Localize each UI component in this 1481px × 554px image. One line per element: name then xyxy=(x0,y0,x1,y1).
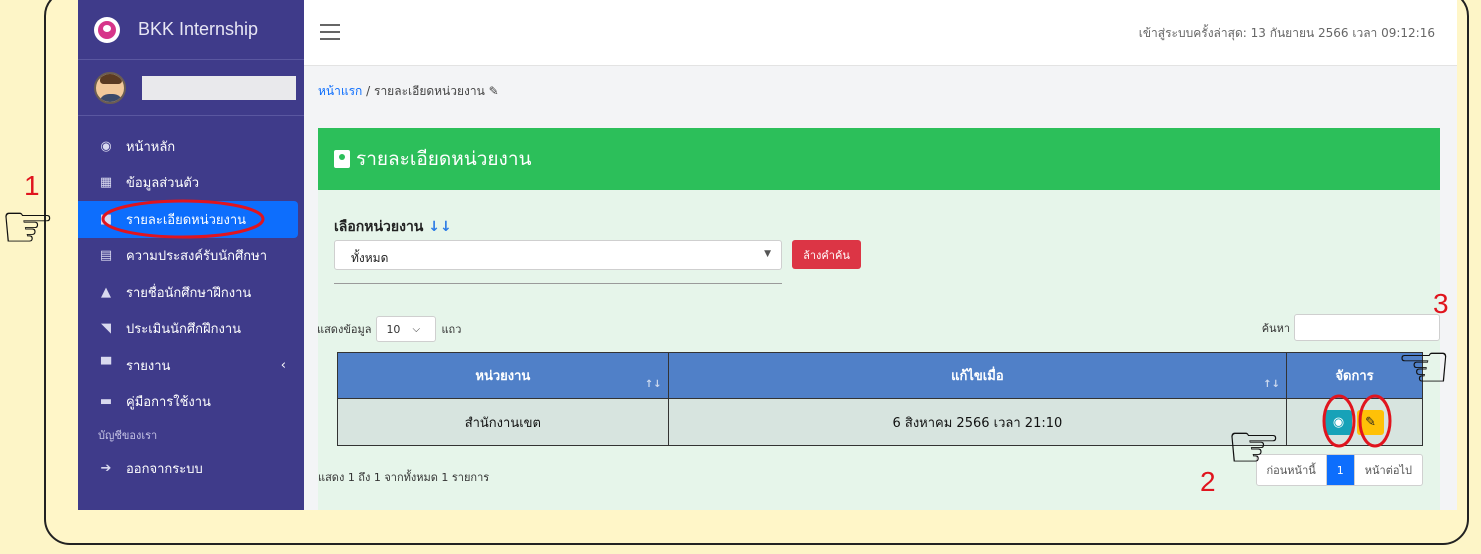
annotation-number-3: 3 xyxy=(1433,288,1449,319)
highlight-circle-view xyxy=(1322,394,1356,448)
highlight-circle-edit xyxy=(1358,394,1392,448)
highlight-circle-sidebar xyxy=(101,199,265,239)
pointing-hand-icon: ☞ xyxy=(1396,330,1452,403)
pointing-hand-icon: ☞ xyxy=(0,190,56,263)
pointing-hand-icon: ☞ xyxy=(1226,410,1282,483)
annotation-number-2: 2 xyxy=(1200,466,1216,497)
